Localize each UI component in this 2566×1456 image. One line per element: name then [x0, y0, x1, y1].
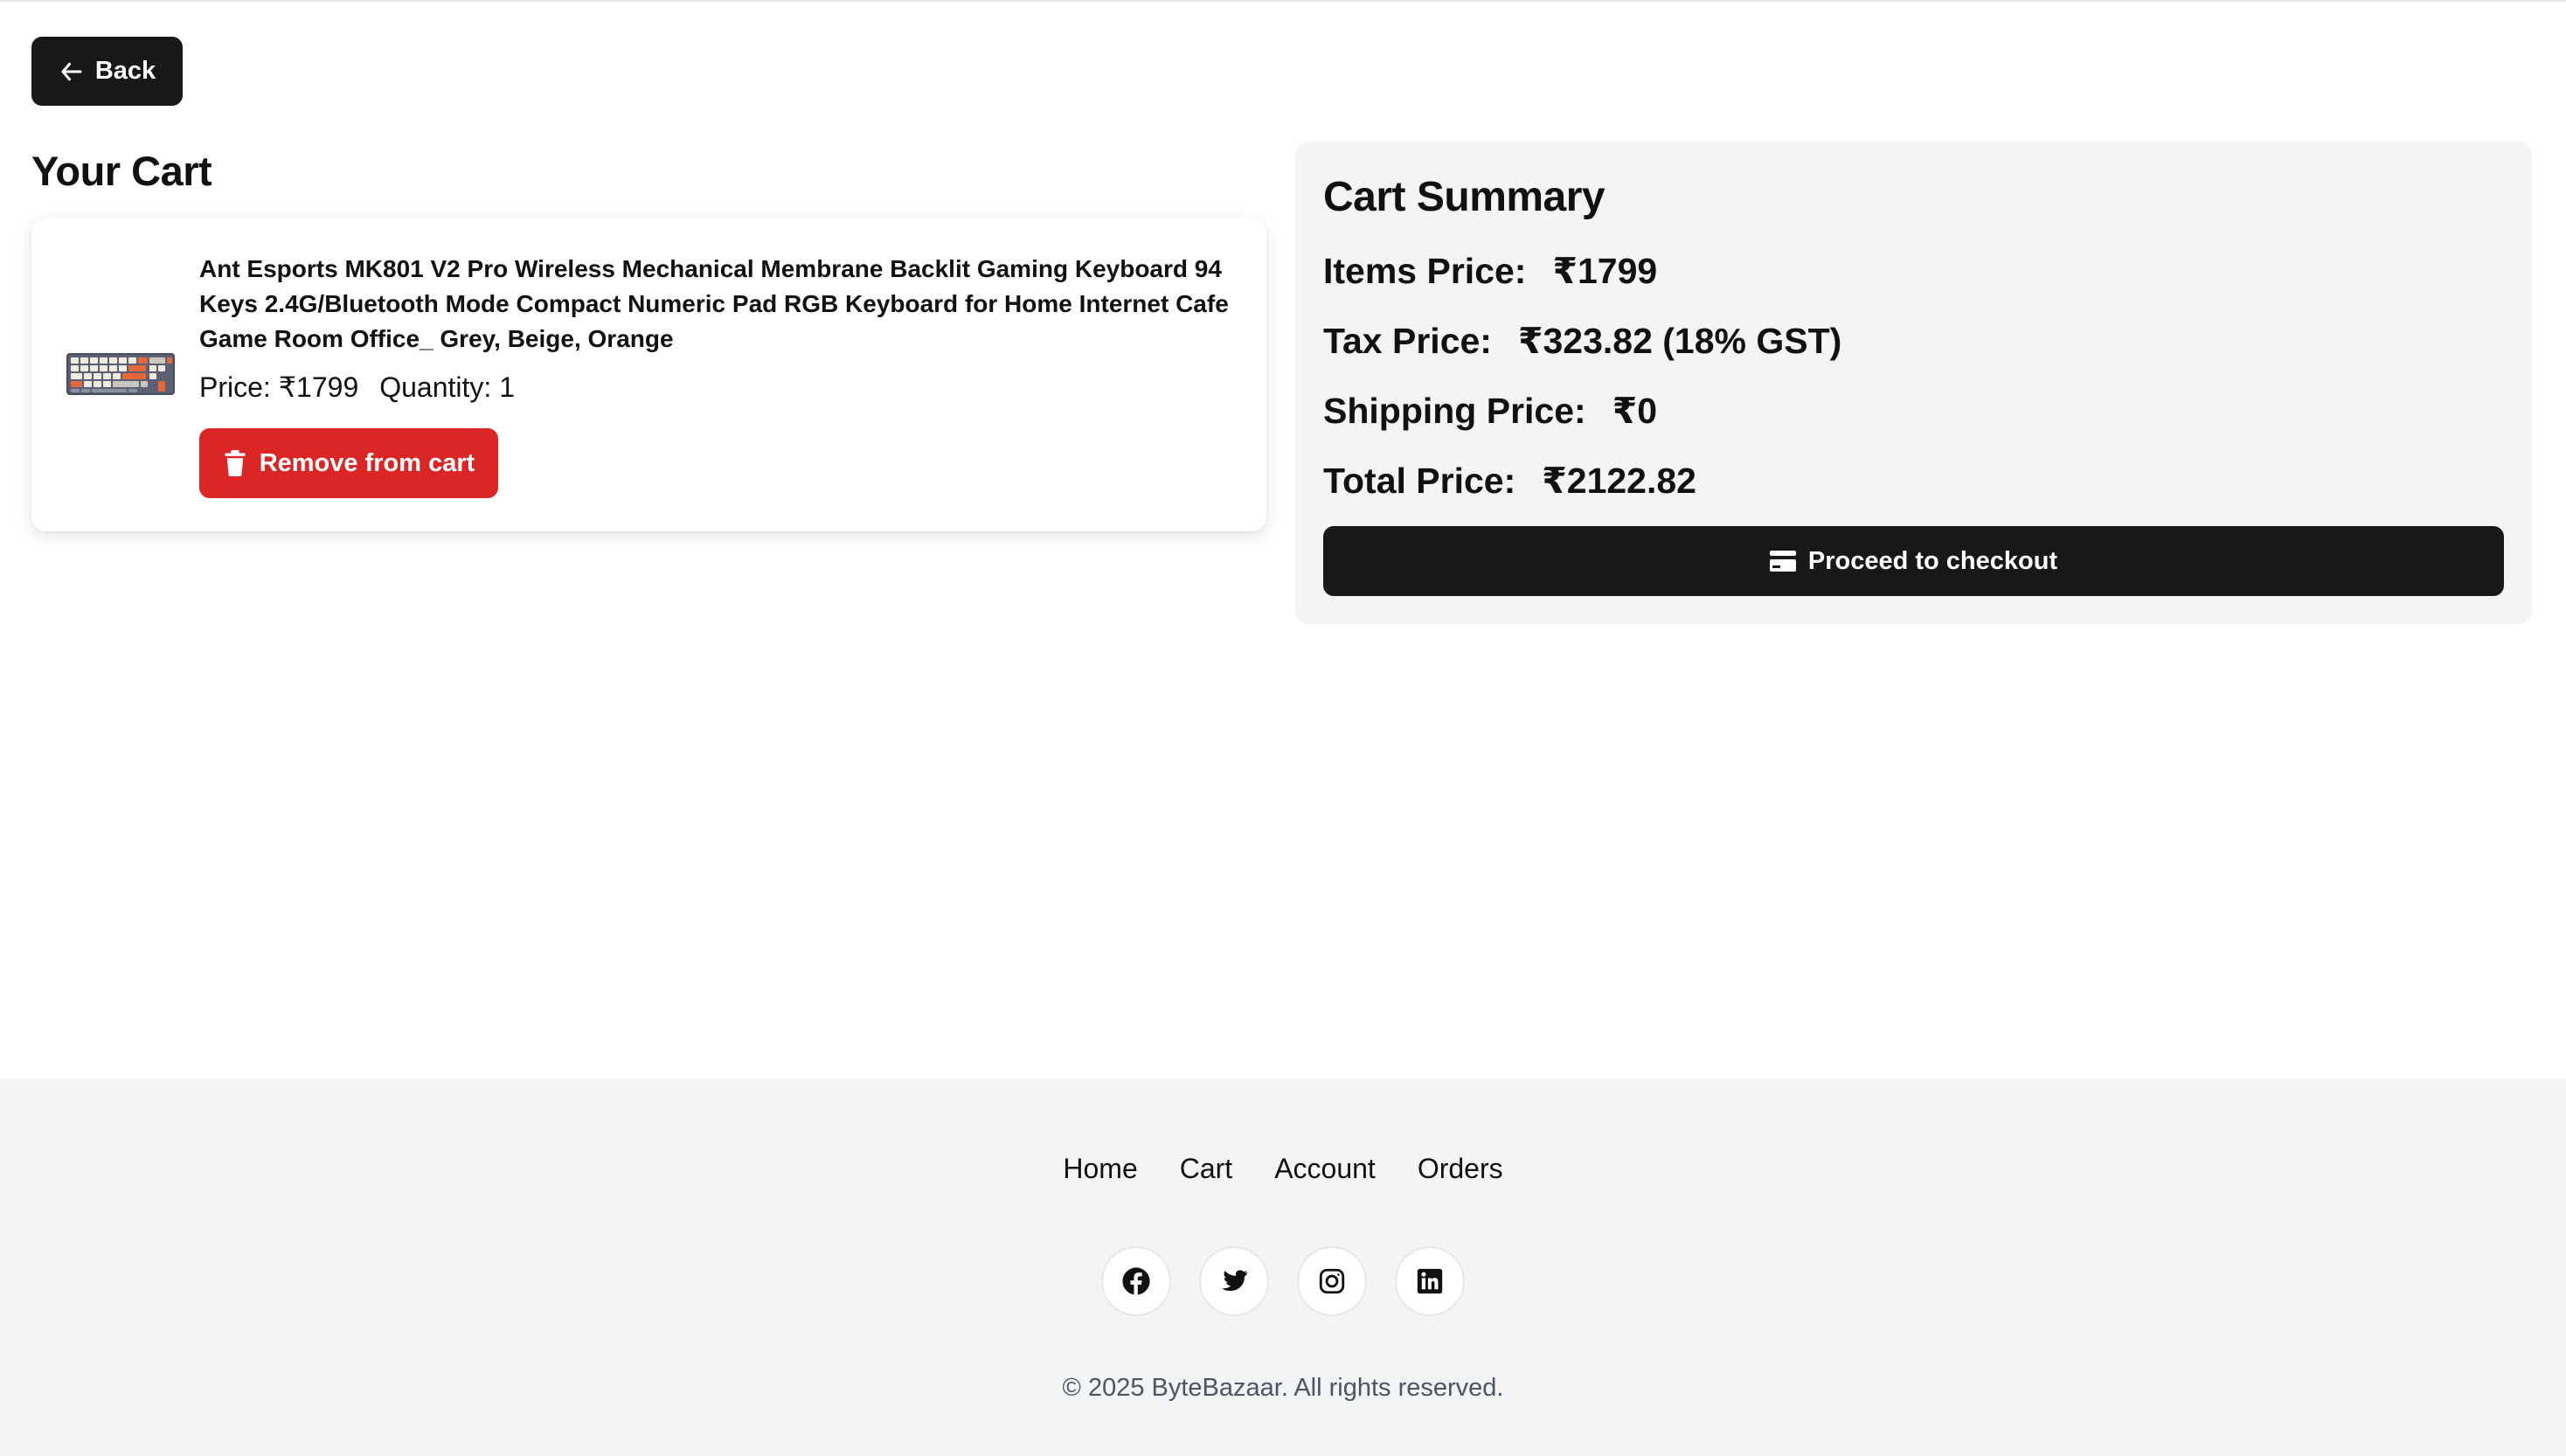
product-image[interactable] [66, 351, 175, 397]
copyright-text: © 2025 ByteBazaar. All rights reserved. [1062, 1374, 1504, 1402]
tax-price-row: Tax Price: ₹323.82 (18% GST) [1323, 316, 1841, 365]
cart-item: Ant Esports MK801 V2 Pro Wireless Mechan… [31, 218, 1266, 531]
credit-card-icon [1769, 551, 1796, 572]
remove-button-label: Remove from cart [259, 448, 475, 477]
product-price: Price: ₹1799 [199, 371, 359, 403]
items-price-label: Items Price: [1323, 251, 1527, 291]
items-price-value: ₹1799 [1552, 251, 1658, 291]
twitter-link[interactable] [1199, 1246, 1269, 1316]
footer-link-account[interactable]: Account [1274, 1148, 1376, 1189]
tax-price-value: ₹323.82 (18% GST) [1517, 321, 1842, 361]
back-button-label: Back [94, 57, 156, 85]
total-price-value: ₹2122.82 [1542, 461, 1696, 501]
facebook-link[interactable] [1101, 1246, 1171, 1316]
product-name: Ant Esports MK801 V2 Pro Wireless Mechan… [199, 255, 1229, 352]
shipping-price-row: Shipping Price: ₹0 [1323, 386, 1657, 435]
remove-from-cart-button[interactable]: Remove from cart [199, 428, 498, 498]
footer-link-cart[interactable]: Cart [1180, 1148, 1232, 1189]
shipping-price-label: Shipping Price: [1323, 391, 1586, 431]
product-quantity: Quantity: 1 [379, 371, 515, 403]
footer-link-home[interactable]: Home [1063, 1148, 1137, 1189]
linkedin-link[interactable] [1395, 1246, 1465, 1316]
cart-summary-panel: Cart Summary Items Price: ₹1799 Tax Pric… [1295, 142, 2532, 624]
top-divider [0, 0, 2566, 2]
instagram-icon [1319, 1268, 1345, 1294]
total-price-row: Total Price: ₹2122.82 [1323, 456, 1696, 505]
page-title: Your Cart [31, 148, 212, 194]
tax-price-label: Tax Price: [1323, 321, 1492, 361]
back-button[interactable]: Back [31, 37, 183, 106]
instagram-link[interactable] [1297, 1246, 1367, 1316]
footer-nav: Home Cart Account Orders [0, 1148, 2566, 1189]
total-price-label: Total Price: [1323, 461, 1516, 501]
trash-icon [225, 450, 246, 476]
arrow-left-icon [61, 62, 82, 80]
cart-summary-title: Cart Summary [1323, 174, 1605, 220]
facebook-icon [1122, 1267, 1150, 1296]
site-footer: Home Cart Account Orders © 2025 ByteBaza… [0, 1078, 2566, 1456]
price-quantity-row: Price: ₹1799 Quantity: 1 [199, 369, 515, 406]
proceed-to-checkout-button[interactable]: Proceed to checkout [1323, 526, 2504, 596]
social-links [0, 1246, 2566, 1316]
twitter-icon [1221, 1270, 1248, 1292]
linkedin-icon [1417, 1268, 1443, 1294]
shipping-price-value: ₹0 [1612, 391, 1658, 431]
items-price-row: Items Price: ₹1799 [1323, 246, 1657, 295]
checkout-button-label: Proceed to checkout [1807, 546, 2058, 575]
footer-link-orders[interactable]: Orders [1418, 1148, 1503, 1189]
